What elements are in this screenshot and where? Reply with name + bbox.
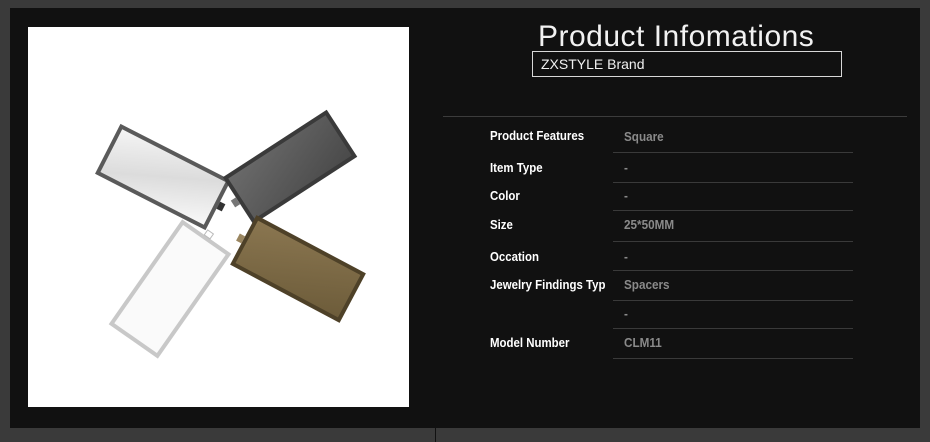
spec-value-blank: - [624, 306, 628, 321]
spec-value-jewelry-findings-type: Spacers [624, 277, 670, 292]
pendant-trays-image [95, 109, 366, 359]
spec-value-color: - [624, 188, 628, 203]
bottom-divider [435, 428, 436, 442]
spec-value-product-features: Square [624, 129, 664, 144]
spec-label-model-number: Model Number [490, 335, 570, 350]
spec-label-color: Color [490, 188, 520, 203]
spec-label-product-features: Product Features [490, 128, 585, 143]
spec-label-jewelry-findings-type: Jewelry Findings Typ [490, 277, 606, 292]
spec-row-divider [613, 328, 853, 329]
page-title: Product Infomations [538, 20, 815, 53]
spec-label-size: Size [490, 217, 513, 232]
spec-value-item-type: - [624, 160, 628, 175]
spec-row-divider [613, 358, 853, 359]
spec-value-model-number: CLM11 [624, 335, 662, 350]
spec-row-divider [613, 270, 853, 271]
section-divider [443, 116, 907, 117]
spec-row-divider [613, 300, 853, 301]
brand-field: ZXSTYLE Brand [532, 51, 842, 77]
spec-row-divider [613, 210, 853, 211]
spec-row-divider [613, 241, 853, 242]
spec-label-item-type: Item Type [490, 160, 543, 175]
spec-value-size: 25*50MM [624, 217, 675, 232]
spec-value-occation: - [624, 249, 628, 264]
product-photo [28, 27, 409, 407]
spec-row-divider [613, 152, 853, 153]
spec-label-occation: Occation [490, 249, 539, 264]
spec-row-divider [613, 182, 853, 183]
product-info-panel: Product Infomations ZXSTYLE Brand Produc… [10, 8, 920, 428]
